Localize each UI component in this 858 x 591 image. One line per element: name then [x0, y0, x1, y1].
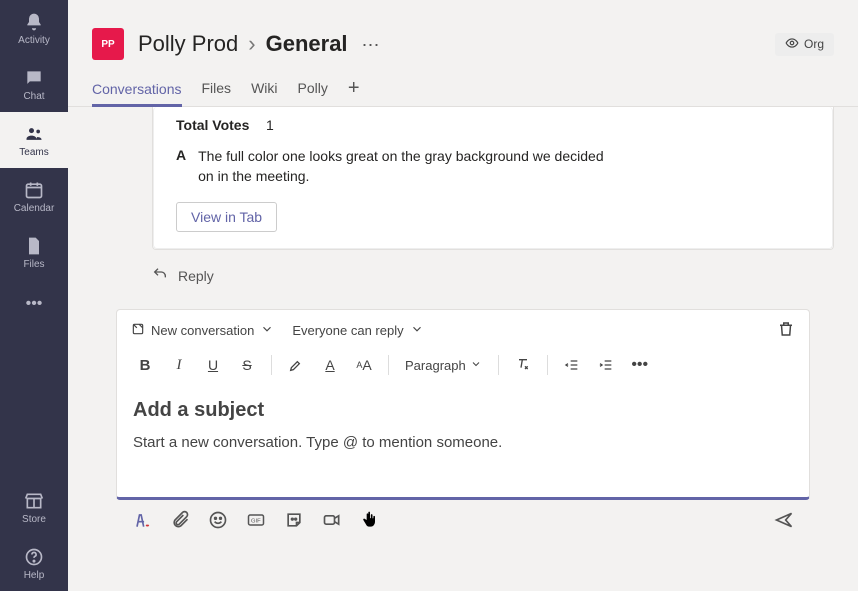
nav-help[interactable]: Help — [0, 535, 68, 591]
meet-now-button[interactable] — [320, 508, 344, 532]
nav-label: Help — [24, 570, 45, 581]
nav-label: Chat — [23, 91, 44, 102]
more-format-button[interactable]: ••• — [626, 351, 654, 379]
messaging-extensions-button[interactable] — [358, 508, 382, 532]
chat-icon — [24, 67, 44, 89]
chevron-down-icon — [410, 322, 424, 339]
nav-label: Files — [23, 259, 44, 270]
reply-button[interactable]: Reply — [152, 260, 834, 291]
reply-permissions-label: Everyone can reply — [292, 323, 403, 338]
paragraph-label: Paragraph — [405, 358, 466, 373]
nav-calendar[interactable]: Calendar — [0, 168, 68, 224]
breadcrumb-team[interactable]: Polly Prod — [138, 31, 238, 57]
tab-polly[interactable]: Polly — [298, 72, 328, 106]
teams-icon — [24, 123, 44, 145]
reply-icon — [152, 266, 168, 285]
emoji-button[interactable] — [206, 508, 230, 532]
nav-rail: Activity Chat Teams Calendar Files ••• S… — [0, 0, 68, 591]
nav-more[interactable]: ••• — [0, 280, 68, 328]
indent-button[interactable] — [592, 351, 620, 379]
font-color-button[interactable]: A — [316, 351, 344, 379]
answer-text: The full color one looks great on the gr… — [198, 147, 618, 186]
ellipsis-icon: ••• — [26, 295, 43, 313]
strikethrough-button[interactable]: S — [233, 351, 261, 379]
view-in-tab-button[interactable]: View in Tab — [176, 202, 277, 232]
nav-label: Teams — [19, 147, 48, 158]
bell-icon — [24, 11, 44, 33]
nav-activity[interactable]: Activity — [0, 0, 68, 56]
sticker-button[interactable] — [282, 508, 306, 532]
compose-box: New conversation Everyone can reply — [116, 309, 810, 500]
main-content: PP Polly Prod › General ⋯ Org Conversati… — [68, 0, 858, 591]
font-size-button[interactable]: AA — [350, 351, 378, 379]
tab-wiki[interactable]: Wiki — [251, 72, 277, 106]
chevron-down-icon — [260, 322, 274, 339]
clear-formatting-button[interactable] — [509, 351, 537, 379]
cursor-hand-icon — [360, 510, 380, 530]
reply-permissions-dropdown[interactable]: Everyone can reply — [292, 322, 423, 339]
file-icon — [24, 235, 44, 257]
nav-teams[interactable]: Teams — [0, 112, 68, 168]
outdent-button[interactable] — [558, 351, 586, 379]
channel-tabs: Conversations Files Wiki Polly + — [68, 72, 858, 107]
nav-chat[interactable]: Chat — [0, 56, 68, 112]
chevron-down-icon — [470, 358, 482, 373]
chevron-right-icon: › — [248, 31, 255, 57]
svg-text:GIF: GIF — [251, 519, 261, 525]
team-avatar: PP — [92, 28, 124, 60]
underline-button[interactable]: U — [199, 351, 227, 379]
poll-card: Total Votes 1 A The full color one looks… — [152, 107, 834, 250]
total-votes-label: Total Votes — [176, 117, 266, 133]
gif-button[interactable]: GIF — [244, 508, 268, 532]
nav-label: Store — [22, 514, 46, 525]
add-tab-button[interactable]: + — [348, 77, 360, 102]
discard-button[interactable] — [777, 320, 795, 341]
help-icon — [24, 546, 44, 568]
tab-conversations[interactable]: Conversations — [92, 73, 182, 107]
nav-store[interactable]: Store — [0, 479, 68, 535]
org-button[interactable]: Org — [775, 33, 834, 56]
compose-type-dropdown[interactable]: New conversation — [131, 322, 274, 339]
breadcrumb: Polly Prod › General ⋯ — [138, 31, 380, 57]
compose-icon — [131, 322, 145, 339]
total-votes-value: 1 — [266, 117, 274, 133]
calendar-icon — [24, 179, 44, 201]
nav-label: Calendar — [14, 203, 55, 214]
highlight-button[interactable] — [282, 351, 310, 379]
tab-files[interactable]: Files — [202, 72, 232, 106]
channel-more-button[interactable]: ⋯ — [362, 35, 380, 56]
message-input[interactable]: Start a new conversation. Type @ to ment… — [133, 428, 793, 457]
subject-input[interactable]: Add a subject — [133, 393, 793, 428]
breadcrumb-channel[interactable]: General — [266, 31, 348, 57]
send-button[interactable] — [772, 508, 796, 532]
store-icon — [24, 490, 44, 512]
conversation-area: Total Votes 1 A The full color one looks… — [68, 107, 858, 591]
channel-header: PP Polly Prod › General ⋯ Org — [68, 0, 858, 72]
bold-button[interactable]: B — [131, 351, 159, 379]
format-toolbar: B I U S A AA Paragraph — [117, 347, 809, 385]
attach-button[interactable] — [168, 508, 192, 532]
compose-bottom-bar: GIF — [116, 500, 810, 536]
eye-icon — [785, 36, 799, 53]
nav-label: Activity — [18, 35, 50, 46]
italic-button[interactable]: I — [165, 351, 193, 379]
answer-letter: A — [176, 147, 186, 186]
org-label: Org — [804, 37, 824, 51]
trash-icon — [777, 326, 795, 341]
reply-label: Reply — [178, 268, 214, 284]
compose-type-label: New conversation — [151, 323, 254, 338]
paragraph-dropdown[interactable]: Paragraph — [399, 358, 488, 373]
nav-files[interactable]: Files — [0, 224, 68, 280]
format-toggle-button[interactable] — [130, 508, 154, 532]
